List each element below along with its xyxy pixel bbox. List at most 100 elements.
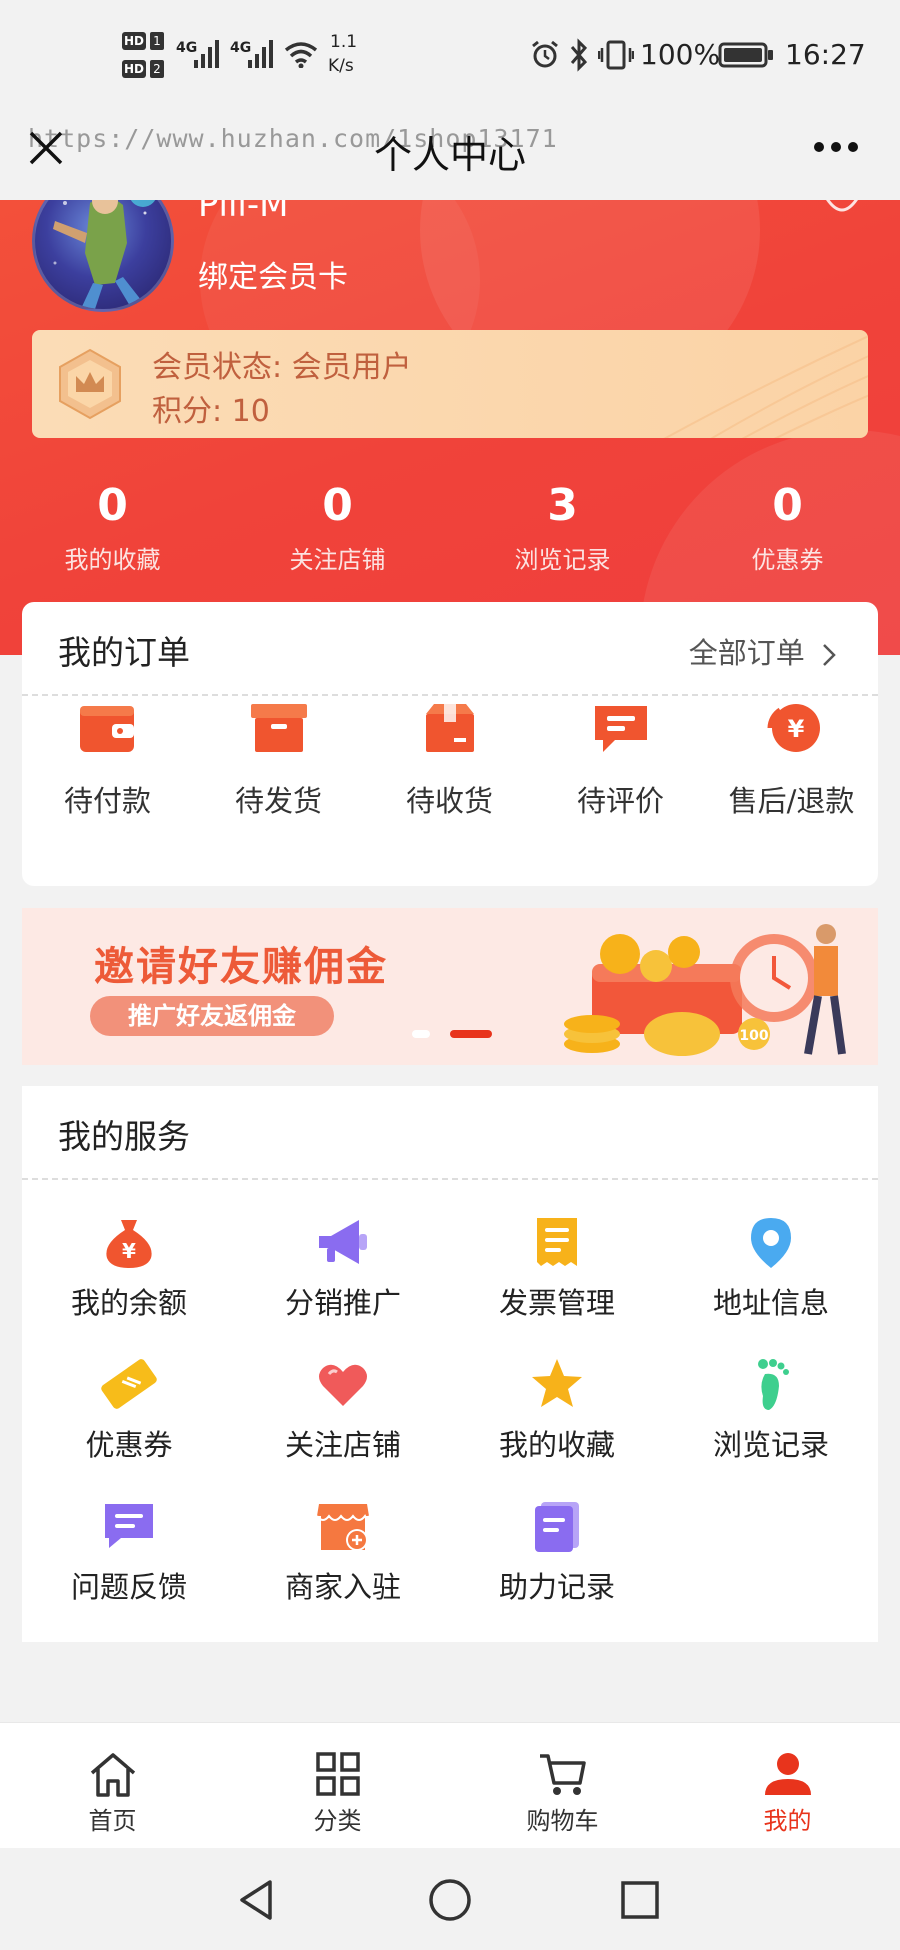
service-followed-shops[interactable]: 关注店铺 — [236, 1356, 450, 1464]
service-favorites[interactable]: 我的收藏 — [450, 1356, 664, 1464]
wifi-icon — [284, 42, 318, 68]
username: Plll-M — [198, 200, 289, 225]
service-invoice[interactable]: 发票管理 — [450, 1214, 664, 1322]
order-label: 待付款 — [63, 784, 151, 818]
banner-subtitle: 推广好友返佣金 — [90, 996, 334, 1036]
avatar[interactable] — [32, 200, 174, 312]
sim2-badge: 2 — [150, 60, 164, 78]
banner-coin-text: 100 — [739, 1028, 768, 1044]
carousel-dot[interactable] — [412, 1030, 430, 1038]
service-label: 发票管理 — [498, 1286, 615, 1320]
service-merchant-join[interactable]: 商家入驻 — [236, 1498, 450, 1606]
service-balance[interactable]: ¥ 我的余额 — [22, 1214, 236, 1322]
order-pending-payment[interactable]: 待付款 — [22, 700, 193, 820]
stat-label: 浏览记录 — [514, 546, 611, 574]
svg-text:¥: ¥ — [122, 1239, 136, 1263]
all-orders-label: 全部订单 — [688, 636, 805, 670]
order-label: 待评价 — [576, 784, 664, 818]
tab-label: 购物车 — [526, 1807, 599, 1835]
order-after-sales[interactable]: ¥ 售后/退款 — [706, 700, 877, 820]
stat-label: 优惠券 — [751, 546, 824, 574]
vibrate-icon — [598, 40, 634, 70]
stat-value: 0 — [772, 480, 803, 531]
stat-value: 3 — [547, 480, 578, 531]
settings-icon[interactable] — [820, 200, 864, 222]
services-card: 我的服务 ¥ 我的余额 分销推广 发票管理 地址信息 优惠券 关注店铺 我的收藏… — [22, 1086, 878, 1642]
document-icon — [535, 1502, 579, 1552]
tab-cart[interactable]: 购物车 — [450, 1723, 675, 1849]
service-coupons[interactable]: 优惠券 — [22, 1356, 236, 1464]
nav-bar: https://www.huzhan.com/1shop13171 个人中心 — [0, 110, 900, 200]
chevron-right-icon — [823, 644, 836, 666]
package-icon — [425, 704, 474, 752]
all-orders-link[interactable]: 全部订单 — [689, 630, 836, 672]
money-bag-icon: ¥ — [106, 1220, 152, 1268]
megaphone-icon — [319, 1220, 367, 1264]
order-label: 待发货 — [234, 784, 322, 818]
bind-member-card-link[interactable]: 绑定会员卡 — [198, 252, 348, 296]
home-circle-icon[interactable] — [428, 1878, 472, 1922]
tab-category[interactable]: 分类 — [225, 1723, 450, 1849]
box-icon — [250, 704, 307, 752]
vip-card[interactable]: 会员状态: 会员用户 积分: 10 — [32, 330, 868, 438]
signal2-icon — [248, 40, 273, 68]
banner-title: 邀请好友赚佣金 — [94, 944, 388, 990]
tab-label: 首页 — [88, 1807, 137, 1835]
battery-icon — [718, 42, 773, 68]
carousel-dot-active[interactable] — [450, 1030, 492, 1038]
vip-status: 会员状态: 会员用户 — [152, 350, 412, 385]
net-speed-value: 1.1 — [330, 32, 358, 52]
service-label: 浏览记录 — [712, 1428, 829, 1462]
stat-followed-shops[interactable]: 0 关注店铺 — [225, 478, 450, 575]
divider — [22, 1178, 878, 1180]
heart-icon — [319, 1364, 367, 1406]
order-pending-receipt[interactable]: 待收货 — [364, 700, 535, 820]
close-icon[interactable] — [28, 130, 64, 166]
stat-label: 我的收藏 — [64, 546, 161, 574]
tab-mine[interactable]: 我的 — [675, 1723, 900, 1849]
profile-header: Plll-M 绑定会员卡 会员状态: 会员用户 积分: 10 0 我的收藏 0 … — [0, 200, 900, 655]
wallet-icon — [79, 706, 134, 752]
invite-banner[interactable]: 邀请好友赚佣金 推广好友返佣金 100 — [22, 908, 878, 1065]
tab-home[interactable]: 首页 — [0, 1723, 225, 1849]
service-feedback[interactable]: 问题反馈 — [22, 1498, 236, 1606]
service-history[interactable]: 浏览记录 — [664, 1356, 878, 1464]
net-speed-unit: K/s — [328, 56, 354, 76]
crown-icon — [59, 348, 121, 420]
alarm-icon — [532, 40, 558, 68]
service-assist-records[interactable]: 助力记录 — [450, 1498, 664, 1606]
service-distribution[interactable]: 分销推广 — [236, 1214, 450, 1322]
back-triangle-icon[interactable] — [236, 1878, 276, 1922]
stat-favorites[interactable]: 0 我的收藏 — [0, 478, 225, 575]
vip-card-pattern — [663, 335, 868, 438]
order-label: 售后/退款 — [728, 784, 855, 818]
recents-square-icon[interactable] — [620, 1880, 660, 1920]
service-label: 关注店铺 — [284, 1428, 401, 1462]
service-label: 商家入驻 — [284, 1570, 401, 1604]
avatar-image — [53, 200, 156, 309]
services-title: 我的服务 — [58, 1117, 190, 1156]
stat-label: 关注店铺 — [289, 546, 386, 574]
grid-icon — [315, 1752, 360, 1796]
clock-time: 16:27 — [785, 38, 866, 71]
order-pending-review[interactable]: 待评价 — [535, 700, 706, 820]
service-label: 我的余额 — [70, 1286, 187, 1320]
bluetooth-icon — [570, 38, 588, 72]
hd1-badge: HD — [122, 32, 146, 50]
footprint-icon — [758, 1359, 789, 1410]
stat-coupons[interactable]: 0 优惠券 — [675, 478, 900, 575]
service-address[interactable]: 地址信息 — [664, 1214, 878, 1322]
service-label: 地址信息 — [712, 1286, 829, 1320]
system-nav-bar — [0, 1848, 900, 1950]
service-label: 我的收藏 — [498, 1428, 615, 1462]
stat-history[interactable]: 3 浏览记录 — [450, 478, 675, 575]
battery-percent: 100% — [640, 38, 721, 71]
refund-icon: ¥ — [767, 704, 820, 752]
order-label: 待收货 — [405, 784, 493, 818]
cart-icon — [539, 1754, 586, 1795]
status-bar: HD 1 HD 2 4G 4G 1.1 K/s 100% 16:27 — [0, 0, 900, 110]
comment-icon — [594, 706, 647, 752]
service-label: 问题反馈 — [70, 1570, 187, 1604]
order-pending-shipment[interactable]: 待发货 — [193, 700, 364, 820]
service-label: 分销推广 — [284, 1286, 401, 1320]
